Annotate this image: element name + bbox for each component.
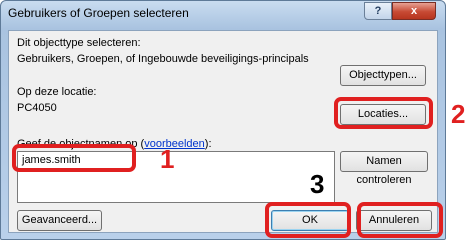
step-2-label: 2: [451, 99, 466, 129]
examples-link[interactable]: voorbeelden: [144, 138, 205, 150]
check-names-button[interactable]: Namen controleren: [340, 151, 428, 186]
advanced-button[interactable]: Geavanceerd...: [17, 210, 102, 231]
help-button[interactable]: ?: [364, 2, 392, 20]
ok-highlight: [265, 202, 351, 238]
object-types-button[interactable]: Objecttypen...: [340, 65, 426, 86]
names-highlight: [12, 144, 136, 172]
dialog-title: Gebruikers of Groepen selecteren: [8, 6, 189, 20]
locations-highlight: [334, 97, 433, 129]
step-3-label: 3: [310, 169, 325, 199]
cancel-highlight: [357, 202, 443, 238]
object-type-value: Gebruikers, Groepen, of Ingebouwde bevei…: [17, 51, 335, 70]
close-button[interactable]: x: [392, 2, 436, 20]
location-label: Op deze locatie:: [17, 86, 97, 98]
step-1-label: 1: [160, 144, 175, 174]
names-label-suffix: ):: [204, 138, 212, 150]
object-type-label: Dit objecttype selecteren:: [17, 37, 141, 49]
location-value: PC4050: [17, 100, 335, 119]
